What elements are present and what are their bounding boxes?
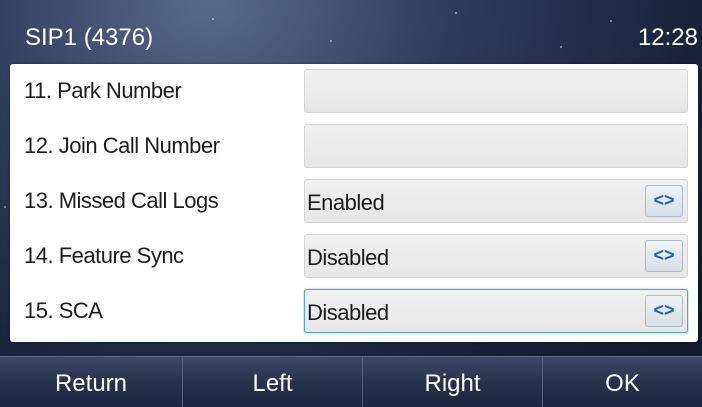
setting-label: 15. SCA bbox=[24, 298, 103, 323]
sca-select[interactable]: Disabled <> bbox=[304, 289, 688, 333]
setting-row-park-number[interactable]: 11. Park Number bbox=[10, 64, 698, 120]
setting-row-join-call-number[interactable]: 12. Join Call Number bbox=[10, 119, 698, 175]
background-star bbox=[4, 206, 6, 208]
missed-call-logs-select[interactable]: Enabled <> bbox=[304, 179, 688, 223]
switch-arrows-icon[interactable]: <> bbox=[645, 295, 683, 327]
switch-arrows-icon[interactable]: <> bbox=[645, 240, 683, 272]
join-call-number-input[interactable] bbox=[304, 124, 688, 168]
feature-sync-select[interactable]: Disabled <> bbox=[304, 234, 688, 278]
setting-row-sca[interactable]: 15. SCA Disabled <> bbox=[10, 284, 698, 340]
feature-sync-value: Disabled bbox=[307, 245, 389, 270]
setting-label: 12. Join Call Number bbox=[24, 133, 220, 158]
clock: 12:28 bbox=[637, 24, 698, 51]
status-bar: SIP1 (4376) 12:28 bbox=[0, 0, 702, 64]
switch-arrows-icon[interactable]: <> bbox=[645, 185, 683, 217]
phone-screen: SIP1 (4376) 12:28 11. Park Number 12. Jo… bbox=[0, 0, 702, 407]
setting-label: 11. Park Number bbox=[24, 78, 182, 103]
missed-call-logs-value: Enabled bbox=[307, 190, 385, 215]
return-button[interactable]: Return bbox=[0, 356, 182, 407]
setting-label: 13. Missed Call Logs bbox=[24, 188, 219, 213]
setting-row-feature-sync[interactable]: 14. Feature Sync Disabled <> bbox=[10, 229, 698, 285]
left-button[interactable]: Left bbox=[182, 356, 362, 407]
settings-panel: 11. Park Number 12. Join Call Number 13.… bbox=[10, 64, 698, 342]
softkey-bar: Return Left Right OK bbox=[0, 356, 702, 407]
ok-button[interactable]: OK bbox=[542, 356, 702, 407]
setting-label: 14. Feature Sync bbox=[24, 243, 184, 268]
right-button[interactable]: Right bbox=[362, 356, 542, 407]
sca-value: Disabled bbox=[307, 300, 389, 325]
account-label: SIP1 (4376) bbox=[25, 24, 154, 51]
park-number-input[interactable] bbox=[304, 69, 688, 113]
setting-row-missed-call-logs[interactable]: 13. Missed Call Logs Enabled <> bbox=[10, 174, 698, 230]
